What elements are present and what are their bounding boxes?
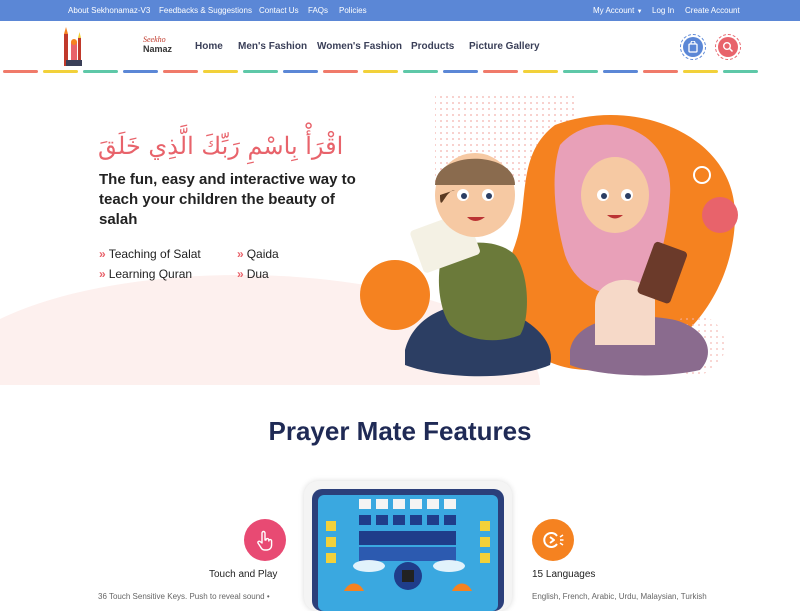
link-about[interactable]: About Sekhonamaz-V3: [68, 6, 150, 15]
chevron-right-icon: »: [99, 267, 106, 281]
nav-picture-gallery[interactable]: Picture Gallery: [469, 41, 540, 52]
nav-womens-fashion[interactable]: Women's Fashion: [317, 41, 402, 52]
chevron-right-icon: »: [237, 247, 244, 261]
mosque-logo-icon: [64, 27, 82, 66]
my-account-dropdown[interactable]: My Account ▼: [593, 6, 643, 15]
search-button[interactable]: [715, 34, 741, 60]
section-title: Prayer Mate Features: [268, 416, 532, 446]
nav-products[interactable]: Products: [411, 41, 454, 52]
prayer-mat-device-image: [304, 481, 512, 611]
touch-hand-icon: [257, 530, 273, 551]
cart-button[interactable]: [680, 34, 706, 60]
decorative-dash-line: [3, 70, 800, 73]
arabic-verse: اقْرَأْ بِاسْمِ رَبِّكَ الَّذِي خَلَقَ: [98, 132, 344, 160]
languages-feature-icon-circle: [532, 519, 574, 561]
site-header: Seekho Namaz Home Men's Fashion Women's …: [0, 21, 800, 73]
cart-icon: [688, 41, 698, 53]
login-link[interactable]: Log In: [652, 6, 674, 15]
feature-title-touch: Touch and Play: [209, 569, 278, 580]
touch-feature-icon-circle: [244, 519, 286, 561]
chevron-right-icon: »: [99, 247, 106, 261]
link-policies[interactable]: Policies: [339, 6, 367, 15]
feature-title-languages: 15 Languages: [532, 569, 596, 580]
chevron-right-icon: »: [237, 267, 244, 281]
site-logo[interactable]: Seekho Namaz: [62, 24, 172, 68]
search-icon: [723, 42, 734, 53]
hero-tagline: The fun, easy and interactive way to tea…: [99, 171, 356, 228]
link-faqs[interactable]: FAQs: [308, 6, 328, 15]
hero-feature-item: » Learning Quran: [99, 267, 193, 281]
hero-banner: اقْرَأْ بِاسْمِ رَبِّكَ الَّذِي خَلَقَ T…: [0, 75, 800, 385]
languages-icon: [543, 532, 564, 548]
create-account-link[interactable]: Create Account: [685, 6, 740, 15]
nav-mens-fashion[interactable]: Men's Fashion: [238, 41, 307, 52]
hero-children-illustration: [360, 95, 738, 377]
my-account-label: My Account: [593, 6, 635, 15]
caret-down-icon: ▼: [636, 9, 643, 15]
top-utility-bar: About Sekhonamaz-V3 Feedbacks & Suggesti…: [0, 0, 800, 21]
link-contact[interactable]: Contact Us: [259, 6, 299, 15]
prayer-mat-illustration: [312, 489, 504, 611]
hero-feature-item: » Qaida: [237, 247, 279, 261]
logo-text-bottom: Namaz: [143, 44, 173, 54]
logo-text-top: Seekho: [143, 35, 166, 44]
hero-feature-item: » Teaching of Salat: [99, 247, 201, 261]
link-feedback[interactable]: Feedbacks & Suggestions: [159, 6, 252, 15]
hero-feature-item: » Dua: [237, 267, 269, 281]
nav-home[interactable]: Home: [195, 41, 223, 52]
